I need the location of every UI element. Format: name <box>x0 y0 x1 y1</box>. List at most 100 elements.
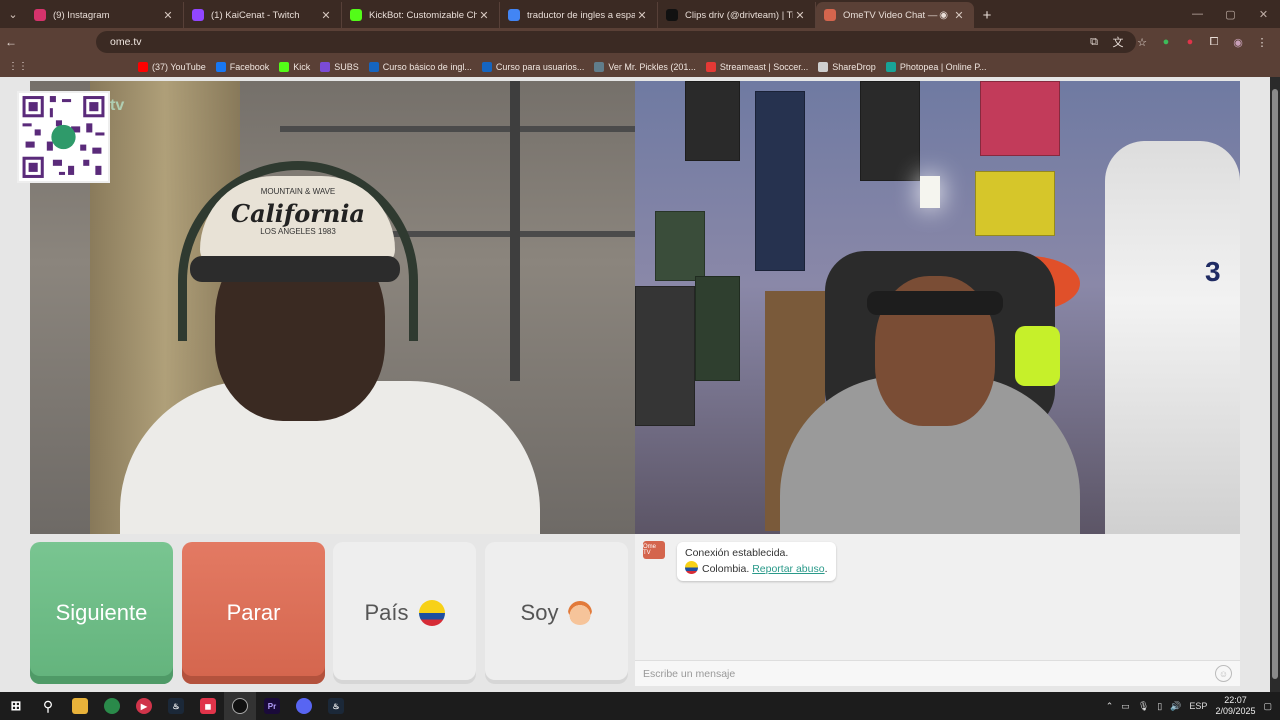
kick-icon <box>279 61 290 72</box>
bookmark-item[interactable]: Streameast | Soccer... <box>705 61 808 72</box>
microphone-icon[interactable]: 🎙 <box>1138 701 1149 712</box>
course-icon <box>368 61 379 72</box>
tab-strip: ⌄ (9) Instagram ✕ (1) KaiCenat - Twitch ✕ Ki… <box>0 0 1280 28</box>
connection-text: Conexión establecida. <box>685 547 789 559</box>
bookmark-item[interactable]: Kick <box>279 61 310 72</box>
browser-tab[interactable]: KickBot: Customizable Chat Bot✕ <box>342 2 500 28</box>
bookmark-item[interactable]: Curso para usuarios... <box>481 61 584 72</box>
search-icon[interactable]: ⚲ <box>32 692 64 720</box>
bookmark-item[interactable]: SUBS <box>320 61 359 72</box>
steam-icon[interactable]: ♨ <box>320 692 352 720</box>
scrollbar-thumb[interactable] <box>1272 89 1278 679</box>
bookmark-label: Ver Mr. Pickles (201... <box>608 61 696 72</box>
cap-sub-text: LOS ANGELES 1983 <box>260 227 336 236</box>
remote-video: 3 <box>635 81 1240 534</box>
chair-accent <box>1015 326 1060 386</box>
close-tab-icon[interactable]: ✕ <box>477 9 491 22</box>
close-tab-icon[interactable]: ✕ <box>161 9 175 22</box>
address-bar[interactable]: ome.tv <box>96 31 1136 53</box>
extension-green-icon[interactable]: ● <box>1158 34 1174 50</box>
clock[interactable]: 22:07 2/09/2025 <box>1215 695 1255 717</box>
kickbot-icon <box>350 9 362 21</box>
keyboard-language[interactable]: ESP <box>1189 701 1207 711</box>
poster <box>655 211 705 281</box>
file-explorer-icon[interactable] <box>64 692 96 720</box>
browser-tab[interactable]: Clips driv (@drivteam) | TikTok✕ <box>658 2 816 28</box>
menu-kebab-icon[interactable]: ⋮ <box>1254 34 1270 50</box>
tab-list: (9) Instagram ✕ (1) KaiCenat - Twitch ✕ Kick… <box>26 2 974 28</box>
extension-red-icon[interactable]: ● <box>1182 34 1198 50</box>
cap-brim <box>190 256 400 282</box>
message-placeholder: Escribe un mensaje <box>643 667 736 680</box>
bookmark-item[interactable]: (37) YouTube <box>138 61 206 72</box>
twitch-icon <box>192 9 204 21</box>
toolbar-icons: ⧉ 文 ☆ ● ● ⧠ ◉ ⋮ <box>1086 28 1270 56</box>
back-arrow-icon[interactable]: ← <box>0 35 22 49</box>
chevron-up-icon[interactable]: ⌃ <box>1106 701 1114 712</box>
tab-search-button[interactable]: ⌄ <box>0 0 26 28</box>
bookmark-star-icon[interactable]: ☆ <box>1134 34 1150 50</box>
tiktok-icon <box>666 9 678 21</box>
subs-icon <box>320 61 331 72</box>
translate-icon[interactable]: 文 <box>1110 34 1126 50</box>
extensions-puzzle-icon[interactable]: ⧠ <box>1206 34 1222 50</box>
close-tab-icon[interactable]: ✕ <box>319 9 333 22</box>
qr-code <box>17 91 110 183</box>
browser-tab[interactable]: OmeTV Video Chat — Ome◉ ✕ <box>816 2 974 28</box>
country-button[interactable]: País <box>333 542 476 684</box>
notification-icon[interactable]: ▢ <box>1263 701 1272 712</box>
profile-avatar-icon[interactable]: ◉ <box>1230 34 1246 50</box>
obs-icon[interactable] <box>224 692 256 720</box>
close-tab-icon[interactable]: ✕ <box>952 9 966 22</box>
bookmark-label: ShareDrop <box>832 61 876 72</box>
facebook-icon <box>215 61 226 72</box>
apps-grid-icon[interactable]: ⋮⋮ <box>8 61 28 72</box>
chrome-icon[interactable] <box>96 692 128 720</box>
colombia-flag-icon <box>685 561 698 574</box>
tab-title: traductor de ingles a español - <box>527 9 635 21</box>
photopea-icon <box>885 61 896 72</box>
streaming-app-icon[interactable]: ◼ <box>192 692 224 720</box>
browser-tab[interactable]: (9) Instagram ✕ <box>26 2 184 28</box>
message-input[interactable]: Escribe un mensaje ☺ <box>635 660 1240 686</box>
country-label: País <box>364 600 409 625</box>
discord-icon[interactable] <box>288 692 320 720</box>
bookmark-item[interactable]: Curso básico de ingl... <box>368 61 472 72</box>
close-window-icon[interactable]: ✕ <box>1247 0 1280 28</box>
new-tab-button[interactable]: + <box>974 2 1000 28</box>
poster <box>975 171 1055 236</box>
browser-tab[interactable]: (1) KaiCenat - Twitch ✕ <box>184 2 342 28</box>
cast-icon[interactable]: ⧉ <box>1086 34 1102 50</box>
bookmark-item[interactable]: Photopea | Online P... <box>885 61 987 72</box>
windows-taskbar: ⊞ ⚲ ▶ ♨ ◼ Pr ♨ ⌃ ▭ 🎙 ▯ 🔊 ESP 22:07 2/09/… <box>0 692 1280 720</box>
bookmark-item[interactable]: Facebook <box>215 61 269 72</box>
steam-icon[interactable]: ♨ <box>160 692 192 720</box>
close-tab-icon[interactable]: ✕ <box>793 9 807 22</box>
windows-start-icon[interactable]: ⊞ <box>0 692 32 720</box>
bookmark-label: (37) YouTube <box>152 61 206 72</box>
stop-button[interactable]: Parar <box>182 542 325 684</box>
browser-tab[interactable]: traductor de ingles a español -✕ <box>500 2 658 28</box>
volume-icon[interactable]: 🔊 <box>1170 701 1181 712</box>
report-abuse-link[interactable]: Reportar abuso <box>752 563 824 575</box>
battery-icon[interactable]: ▯ <box>1157 701 1162 712</box>
gender-button[interactable]: Soy <box>485 542 628 684</box>
tab-title: KickBot: Customizable Chat Bot <box>369 9 477 21</box>
bookmark-item[interactable]: Ver Mr. Pickles (201... <box>594 61 696 72</box>
youtube-icon <box>138 61 148 72</box>
bookmark-label: Photopea | Online P... <box>899 61 987 72</box>
premiere-icon[interactable]: Pr <box>256 692 288 720</box>
page-scrollbar[interactable] <box>1270 77 1280 692</box>
maximize-icon[interactable]: ▢ <box>1214 0 1247 28</box>
clock-time: 22:07 <box>1224 695 1247 705</box>
next-button[interactable]: Siguiente <box>30 542 173 684</box>
tab-title: (9) Instagram <box>53 9 110 21</box>
media-player-icon[interactable]: ▶ <box>128 692 160 720</box>
close-tab-icon[interactable]: ✕ <box>635 9 649 22</box>
bookmark-item[interactable]: ShareDrop <box>818 61 876 72</box>
network-icon[interactable]: ▭ <box>1121 701 1130 712</box>
bookmark-label: Curso básico de ingl... <box>382 61 472 72</box>
minimize-icon[interactable]: — <box>1181 0 1214 28</box>
emoji-icon[interactable]: ☺ <box>1215 665 1232 682</box>
window-controls: — ▢ ✕ <box>1181 0 1280 28</box>
